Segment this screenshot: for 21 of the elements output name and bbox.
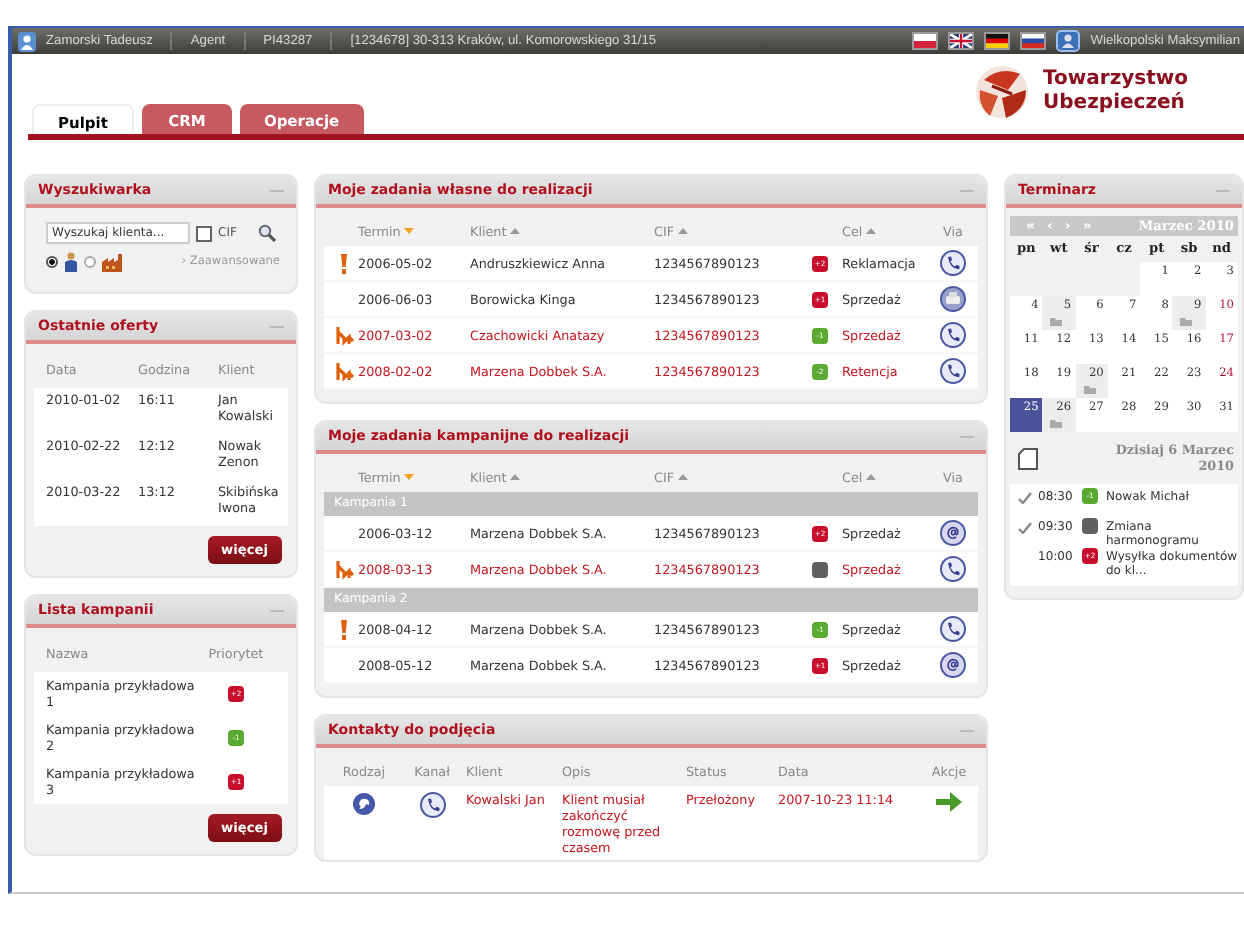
company-name: Ubezpieczeń [1043, 92, 1187, 116]
document-icon[interactable] [1018, 447, 1038, 469]
flag-icon[interactable] [912, 32, 939, 50]
contact-card-icon[interactable] [1056, 30, 1081, 52]
arrow-right-icon[interactable] [936, 792, 962, 812]
folder-icon [1180, 318, 1193, 326]
factory-icon [102, 253, 124, 271]
search-icon[interactable] [258, 224, 277, 242]
radio-button[interactable] [84, 256, 96, 268]
folder-icon [1050, 420, 1063, 428]
person-icon [64, 252, 78, 272]
flag-icon[interactable] [1020, 32, 1047, 50]
flag-icon[interactable] [948, 32, 975, 50]
radio-button[interactable] [46, 256, 58, 268]
logo-icon [971, 62, 1032, 122]
company-name: Towarzystwo [1043, 68, 1188, 92]
folder-icon [1083, 386, 1096, 394]
checkbox[interactable] [196, 225, 212, 241]
flag-icon[interactable] [984, 32, 1011, 50]
user-icon [18, 31, 36, 51]
folder-icon [1050, 318, 1063, 326]
